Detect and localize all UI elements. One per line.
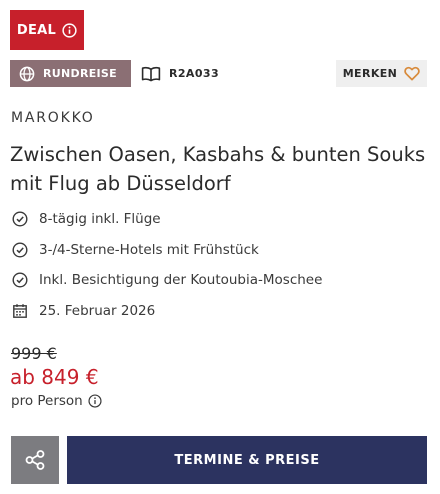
feature-item: 8-tägig inkl. Flüge	[12, 204, 322, 235]
calendar-icon	[13, 303, 27, 318]
old-price: 999 €	[11, 344, 57, 363]
tag-row: RUNDREISE R2A033 MERKEN	[10, 60, 427, 87]
trip-title[interactable]: Zwischen Oasen, Kasbahs & bunten Souks m…	[10, 140, 430, 198]
date-item: 25. Februar 2026	[12, 296, 322, 327]
feature-item: 3-/4-Sterne-Hotels mit Frühstück	[12, 235, 322, 266]
heart-icon	[404, 66, 421, 81]
deal-label: DEAL	[16, 22, 57, 38]
destination-country: MAROKKO	[11, 110, 95, 126]
feature-text: 3-/4-Sterne-Hotels mit Frühstück	[39, 241, 259, 258]
feature-item: Inkl. Besichtigung der Koutoubia-Moschee	[12, 265, 322, 296]
deal-badge: DEAL	[10, 10, 84, 50]
info-icon[interactable]	[62, 22, 77, 38]
save-button[interactable]: MERKEN	[336, 60, 427, 87]
globe-icon	[19, 66, 35, 81]
trip-code-value: R2A033	[169, 67, 219, 80]
info-icon[interactable]	[88, 394, 102, 408]
dates-and-prices-button[interactable]: TERMINE & PREISE	[67, 436, 427, 484]
trip-type-label: RUNDREISE	[43, 67, 117, 80]
feature-text: Inkl. Besichtigung der Koutoubia-Moschee	[39, 272, 323, 289]
price-unit: pro Person	[11, 393, 102, 409]
book-icon	[141, 66, 161, 81]
current-price: ab 849 €	[10, 365, 99, 389]
check-circle-icon	[12, 211, 28, 227]
trip-type-badge: RUNDREISE	[10, 60, 131, 87]
feature-list: 8-tägig inkl. Flüge 3-/4-Sterne-Hotels m…	[12, 204, 322, 326]
save-label: MERKEN	[342, 67, 398, 80]
check-circle-icon	[12, 272, 28, 288]
price-unit-label: pro Person	[11, 393, 83, 409]
share-button[interactable]	[11, 436, 59, 484]
departure-date: 25. Februar 2026	[39, 302, 156, 319]
feature-text: 8-tägig inkl. Flüge	[39, 211, 161, 228]
trip-code: R2A033	[141, 66, 219, 82]
check-circle-icon	[12, 242, 28, 258]
share-icon	[25, 450, 45, 470]
